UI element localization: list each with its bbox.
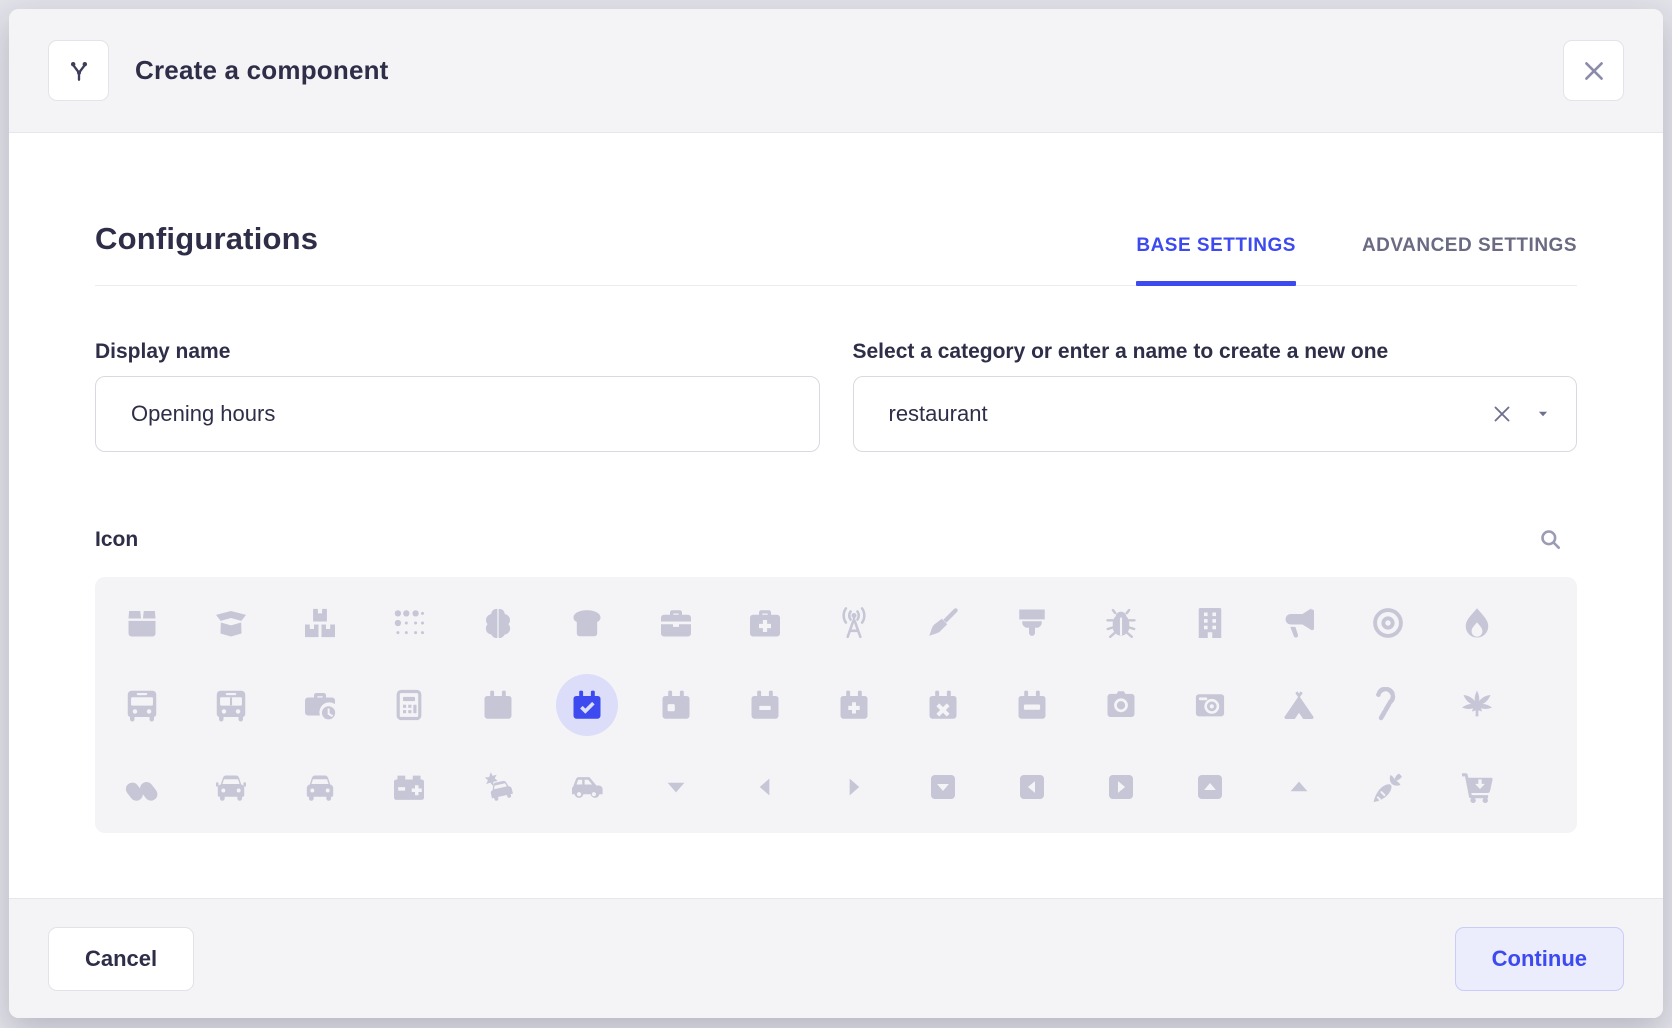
box-icon[interactable] xyxy=(97,582,186,664)
calendar-plus-icon[interactable] xyxy=(809,664,898,746)
category-group: Select a category or enter a name to cre… xyxy=(853,340,1578,452)
settings-tabs: BASE SETTINGS ADVANCED SETTINGS xyxy=(1136,235,1577,257)
car-alt-icon[interactable] xyxy=(275,746,364,828)
campground-icon[interactable] xyxy=(1254,664,1343,746)
calendar-week-icon[interactable] xyxy=(987,664,1076,746)
calendar-xmark-icon[interactable] xyxy=(898,664,987,746)
tab-advanced-settings[interactable]: ADVANCED SETTINGS xyxy=(1362,235,1577,257)
car-side-icon[interactable] xyxy=(542,746,631,828)
carrot-icon[interactable] xyxy=(1343,746,1432,828)
burn-icon[interactable] xyxy=(1432,582,1521,664)
configurations-header-row: Configurations BASE SETTINGS ADVANCED SE… xyxy=(95,221,1577,286)
category-label: Select a category or enter a name to cre… xyxy=(853,340,1578,364)
broom-icon[interactable] xyxy=(898,582,987,664)
section-heading: Configurations xyxy=(95,221,318,257)
braille-icon[interactable] xyxy=(364,582,453,664)
bug-icon[interactable] xyxy=(1076,582,1165,664)
car-crash-icon[interactable] xyxy=(453,746,542,828)
candy-cane-icon[interactable] xyxy=(1343,664,1432,746)
modal-title: Create a component xyxy=(135,55,389,86)
close-icon xyxy=(1581,58,1607,84)
calculator-icon[interactable] xyxy=(364,664,453,746)
caret-square-up-icon[interactable] xyxy=(1165,746,1254,828)
icon-grid xyxy=(95,577,1577,833)
camera-icon[interactable] xyxy=(1076,664,1165,746)
calendar-check-icon[interactable] xyxy=(542,664,631,746)
broadcast-tower-icon[interactable] xyxy=(809,582,898,664)
caret-square-left-icon[interactable] xyxy=(987,746,1076,828)
modal-footer: Cancel Continue xyxy=(9,898,1663,1018)
calendar-day-icon[interactable] xyxy=(631,664,720,746)
bus-icon[interactable] xyxy=(97,664,186,746)
car-icon[interactable] xyxy=(186,746,275,828)
brain-icon[interactable] xyxy=(453,582,542,664)
brush-icon[interactable] xyxy=(987,582,1076,664)
business-time-icon[interactable] xyxy=(275,664,364,746)
boxes-stacked-icon[interactable] xyxy=(275,582,364,664)
tab-base-settings[interactable]: BASE SETTINGS xyxy=(1136,235,1296,257)
search-icon[interactable] xyxy=(1537,526,1564,553)
close-button[interactable] xyxy=(1563,40,1624,101)
car-battery-icon[interactable] xyxy=(364,746,453,828)
caret-left-icon[interactable] xyxy=(720,746,809,828)
cannabis-icon[interactable] xyxy=(1432,664,1521,746)
modal-header: Create a component xyxy=(9,9,1663,133)
capsules-icon[interactable] xyxy=(97,746,186,828)
caret-down-icon[interactable] xyxy=(1534,405,1552,423)
calendar-minus-icon[interactable] xyxy=(720,664,809,746)
category-fieldbox xyxy=(853,376,1578,452)
clear-x-icon[interactable] xyxy=(1490,402,1514,426)
category-input[interactable] xyxy=(854,401,1491,427)
caret-down-icon[interactable] xyxy=(631,746,720,828)
building-icon[interactable] xyxy=(1165,582,1254,664)
briefcase-medical-icon[interactable] xyxy=(720,582,809,664)
bullseye-icon[interactable] xyxy=(1343,582,1432,664)
modal-body: Configurations BASE SETTINGS ADVANCED SE… xyxy=(9,133,1663,898)
caret-square-right-icon[interactable] xyxy=(1076,746,1165,828)
icon-section-header: Icon xyxy=(95,526,1577,553)
form-fields-row: Display name Select a category or enter … xyxy=(95,340,1577,452)
caret-square-down-icon[interactable] xyxy=(898,746,987,828)
component-branch-icon xyxy=(48,40,109,101)
display-name-fieldbox xyxy=(95,376,820,452)
camera-retro-icon[interactable] xyxy=(1165,664,1254,746)
continue-button[interactable]: Continue xyxy=(1455,927,1624,991)
cancel-button[interactable]: Cancel xyxy=(48,927,194,991)
caret-up-icon[interactable] xyxy=(1254,746,1343,828)
icon-label: Icon xyxy=(95,528,138,552)
category-adornments xyxy=(1490,402,1552,426)
display-name-group: Display name xyxy=(95,340,820,452)
cart-arrow-down-icon[interactable] xyxy=(1432,746,1521,828)
bullhorn-icon[interactable] xyxy=(1254,582,1343,664)
display-name-input[interactable] xyxy=(96,401,795,427)
create-component-modal: Create a component Configurations BASE S… xyxy=(9,9,1663,1018)
bus-alt-icon[interactable] xyxy=(186,664,275,746)
bread-slice-icon[interactable] xyxy=(542,582,631,664)
box-open-icon[interactable] xyxy=(186,582,275,664)
calendar-icon[interactable] xyxy=(453,664,542,746)
display-name-label: Display name xyxy=(95,340,820,364)
briefcase-icon[interactable] xyxy=(631,582,720,664)
caret-right-icon[interactable] xyxy=(809,746,898,828)
